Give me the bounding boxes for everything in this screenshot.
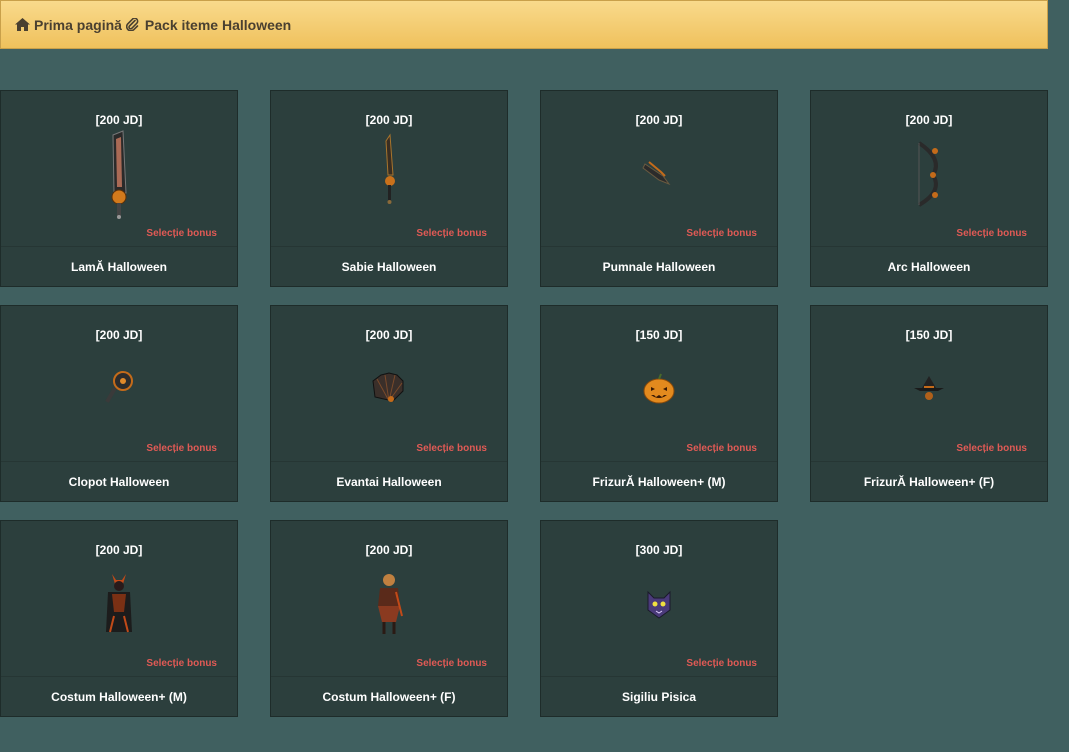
item-price: [150 JD] <box>635 328 683 342</box>
home-icon <box>15 18 30 31</box>
item-name: Sigiliu Pisica <box>621 690 697 704</box>
bonus-link[interactable]: Selecție bonus <box>416 228 487 239</box>
bonus-link[interactable]: Selecție bonus <box>146 443 217 454</box>
item-card[interactable]: [200 JD] Selecție bonus Clopot Halloween <box>0 305 238 502</box>
item-price: [200 JD] <box>365 543 413 557</box>
card-divider <box>271 246 507 247</box>
item-name: Arc Halloween <box>887 260 971 274</box>
item-name: Evantai Halloween <box>336 475 442 489</box>
item-name: LamĂ Halloween <box>70 260 168 274</box>
item-card[interactable]: [150 JD] Selecție bonus FrizurĂ Hallowee… <box>810 305 1048 502</box>
bonus-link[interactable]: Selecție bonus <box>686 228 757 239</box>
item-card[interactable]: [200 JD] Selecție bonus Evantai Hallowee… <box>270 305 508 502</box>
breadcrumb-home-label: Prima pagină <box>34 16 122 33</box>
card-divider <box>1 246 237 247</box>
cat-seal-icon <box>629 559 689 649</box>
item-card[interactable]: [200 JD] Selecție bonus Costum Halloween… <box>270 520 508 717</box>
item-price: [150 JD] <box>905 328 953 342</box>
paperclip-icon <box>125 17 141 32</box>
sword-icon <box>359 129 419 219</box>
item-price: [200 JD] <box>905 113 953 127</box>
card-divider <box>1 676 237 677</box>
item-card[interactable]: [200 JD] Selecție bonus Costum Halloween… <box>0 520 238 717</box>
dagger-icon <box>629 129 689 219</box>
card-divider <box>541 461 777 462</box>
breadcrumb-current: Pack iteme Halloween <box>125 16 292 33</box>
bonus-link[interactable]: Selecție bonus <box>686 658 757 669</box>
item-card[interactable]: [150 JD] Selecție bonus FrizurĂ Hallowee… <box>540 305 778 502</box>
bow-icon <box>899 129 959 219</box>
bonus-link[interactable]: Selecție bonus <box>686 443 757 454</box>
card-divider <box>1 461 237 462</box>
card-divider <box>271 676 507 677</box>
item-card[interactable]: [200 JD] Selecție bonus Pumnale Hallowee… <box>540 90 778 287</box>
item-name: Costum Halloween+ (M) <box>51 690 187 704</box>
item-name: Clopot Halloween <box>68 475 170 489</box>
card-divider <box>811 461 1047 462</box>
item-price: [200 JD] <box>95 328 143 342</box>
costume-male-icon <box>89 559 149 649</box>
item-price: [300 JD] <box>635 543 683 557</box>
item-card[interactable]: [200 JD] Selecție bonus Arc Halloween <box>810 90 1048 287</box>
witch-hat-icon <box>899 344 959 434</box>
item-name: Sabie Halloween <box>341 260 437 274</box>
item-card[interactable]: [300 JD] Selecție bonus Sigiliu Pisica <box>540 520 778 717</box>
breadcrumb-current-label: Pack iteme Halloween <box>144 16 292 33</box>
card-divider <box>271 461 507 462</box>
item-name: FrizurĂ Halloween+ (F) <box>863 475 995 489</box>
bonus-link[interactable]: Selecție bonus <box>956 443 1027 454</box>
item-card[interactable]: [200 JD] Selecție bonus Sabie Halloween <box>270 90 508 287</box>
item-price: [200 JD] <box>95 113 143 127</box>
bonus-link[interactable]: Selecție bonus <box>416 443 487 454</box>
breadcrumb: Prima pagină Pack iteme Halloween <box>0 0 1048 49</box>
item-card[interactable]: [200 JD] Selecție bonus LamĂ Halloween <box>0 90 238 287</box>
blade-icon <box>89 129 149 219</box>
bonus-link[interactable]: Selecție bonus <box>416 658 487 669</box>
item-price: [200 JD] <box>365 328 413 342</box>
item-price: [200 JD] <box>635 113 683 127</box>
bonus-link[interactable]: Selecție bonus <box>146 228 217 239</box>
fan-icon <box>359 344 419 434</box>
item-name: FrizurĂ Halloween+ (M) <box>592 475 726 489</box>
bell-icon <box>89 344 149 434</box>
card-divider <box>811 246 1047 247</box>
item-price: [200 JD] <box>95 543 143 557</box>
bonus-link[interactable]: Selecție bonus <box>956 228 1027 239</box>
item-name: Costum Halloween+ (F) <box>322 690 456 704</box>
card-divider <box>541 676 777 677</box>
item-price: [200 JD] <box>365 113 413 127</box>
pumpkin-icon <box>629 344 689 434</box>
item-name: Pumnale Halloween <box>602 260 716 274</box>
card-divider <box>541 246 777 247</box>
bonus-link[interactable]: Selecție bonus <box>146 658 217 669</box>
costume-female-icon <box>359 559 419 649</box>
breadcrumb-home-link[interactable]: Prima pagină <box>15 17 122 33</box>
